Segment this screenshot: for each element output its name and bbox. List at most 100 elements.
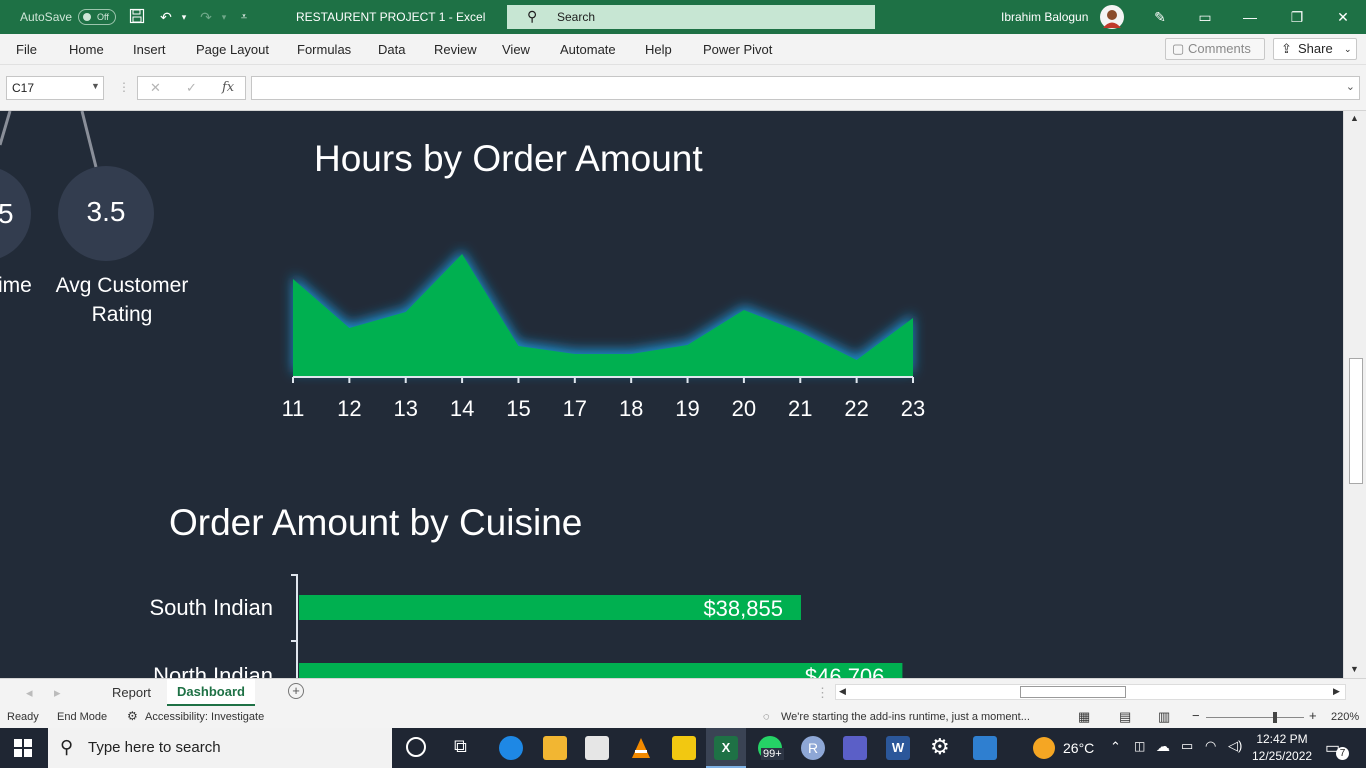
restore-icon[interactable]: ❐ [1287, 8, 1307, 26]
category-label: South Indian [149, 595, 273, 620]
onedrive-icon[interactable]: ☁ [1156, 738, 1170, 755]
tab-data[interactable]: Data [378, 42, 405, 57]
accessibility-status[interactable]: Accessibility: Investigate [145, 711, 264, 723]
bar-value-label: $38,855 [703, 596, 783, 621]
comments-button[interactable]: ▢ Comments [1165, 38, 1265, 60]
ribbon-display-icon[interactable]: ▭ [1195, 8, 1215, 26]
autosave-toggle[interactable]: Off [78, 9, 116, 25]
save-icon[interactable] [127, 8, 147, 28]
status-end-mode: End Mode [57, 711, 108, 723]
sheet-tab-dashboard[interactable]: Dashboard [167, 679, 255, 706]
close-icon[interactable]: ✕ [1333, 8, 1353, 26]
x-tick-label: 15 [506, 396, 530, 421]
formula-input[interactable]: ⌄ [251, 76, 1360, 100]
tray-chevron-icon[interactable]: ⌃ [1110, 739, 1121, 755]
taskbar-search[interactable]: ⚲ Type here to search [48, 728, 392, 768]
normal-view-icon[interactable]: ▦ [1078, 709, 1090, 725]
meet-icon[interactable]: ◫ [1134, 739, 1145, 753]
tab-power-pivot[interactable]: Power Pivot [703, 42, 772, 57]
tab-review[interactable]: Review [434, 42, 477, 57]
tab-home[interactable]: Home [69, 42, 104, 57]
share-button[interactable]: ⇪ Share ⌄ [1273, 38, 1357, 60]
tab-view[interactable]: View [502, 42, 530, 57]
store-icon[interactable] [585, 736, 609, 760]
word-icon[interactable]: W [886, 736, 910, 760]
dashboard-sheet[interactable]: 5 ime 3.5 Avg Customer Rating Hours by O… [0, 111, 1343, 678]
settings-icon[interactable]: ⚙ [930, 734, 950, 760]
scroll-down-icon[interactable]: ▼ [1350, 664, 1359, 674]
vertical-scroll-thumb[interactable] [1349, 358, 1363, 484]
accessibility-icon[interactable]: ⚙ [127, 709, 138, 723]
expand-formula-icon[interactable]: ⌄ [1346, 80, 1355, 93]
add-sheet-icon[interactable]: + [288, 683, 304, 699]
minimize-icon[interactable]: — [1240, 8, 1260, 26]
tab-file[interactable]: File [16, 42, 37, 57]
formula-bar-handle-icon[interactable]: ⋮ [118, 80, 130, 94]
windows-start-icon[interactable] [14, 739, 32, 762]
excel-icon: X [714, 736, 738, 760]
clock[interactable]: 12:42 PM 12/25/2022 [1252, 731, 1312, 765]
wifi-icon[interactable]: ◠ [1205, 738, 1216, 754]
prev-sheet-icon[interactable]: ◂ [26, 685, 33, 701]
battery-icon[interactable]: ▭ [1181, 738, 1193, 754]
edge-icon[interactable] [499, 736, 523, 760]
page-layout-view-icon[interactable]: ▤ [1119, 709, 1131, 725]
document-title: RESTAURENT PROJECT 1 - Excel [296, 10, 486, 24]
insert-function-icon[interactable]: fx [222, 80, 234, 95]
zoom-slider[interactable] [1206, 712, 1304, 723]
photos-icon[interactable] [973, 736, 997, 760]
scroll-left-icon[interactable]: ◀ [839, 686, 846, 697]
weather-temp[interactable]: 26°C [1063, 740, 1094, 756]
search-box[interactable]: ⚲ Search [507, 5, 875, 29]
share-dropdown-icon[interactable]: ⌄ [1344, 39, 1352, 59]
power-bi-icon[interactable] [672, 736, 696, 760]
addins-message: We're starting the add-ins runtime, just… [781, 711, 1030, 723]
cortana-icon[interactable] [406, 737, 426, 757]
scroll-up-icon[interactable]: ▲ [1350, 113, 1359, 123]
zoom-slider-thumb[interactable] [1273, 712, 1277, 723]
weather-icon[interactable] [1033, 737, 1055, 759]
x-tick-label: 18 [619, 396, 643, 421]
vlc-icon[interactable] [629, 736, 653, 760]
avatar[interactable] [1100, 5, 1124, 29]
undo-icon[interactable]: ↶ [156, 8, 176, 26]
clock-time: 12:42 PM [1256, 732, 1308, 746]
tab-automate[interactable]: Automate [560, 42, 616, 57]
teams-icon[interactable] [843, 736, 867, 760]
tab-page-layout[interactable]: Page Layout [196, 42, 269, 57]
kpi-value-rating: 3.5 [86, 196, 126, 227]
cell-reference: C17 [12, 81, 35, 95]
tab-help[interactable]: Help [645, 42, 672, 57]
redo-dropdown-icon[interactable]: ▾ [214, 8, 234, 26]
scroll-right-icon[interactable]: ▶ [1333, 686, 1340, 697]
sheet-tab-report[interactable]: Report [112, 685, 151, 700]
customize-toolbar-icon[interactable]: ⩡ [234, 8, 254, 26]
user-name[interactable]: Ibrahim Balogun [1001, 10, 1088, 24]
tab-split-handle-icon[interactable]: ⋮ [816, 685, 829, 701]
zoom-out-icon[interactable]: − [1192, 708, 1200, 723]
task-view-icon[interactable]: ⧉ [454, 736, 467, 757]
volume-icon[interactable]: ◁) [1228, 738, 1242, 754]
tab-formulas[interactable]: Formulas [297, 42, 351, 57]
pen-icon[interactable]: ✎ [1150, 8, 1170, 26]
horizontal-scrollbar[interactable]: ◀ ▶ [835, 684, 1346, 700]
tab-insert[interactable]: Insert [133, 42, 166, 57]
horizontal-scroll-thumb[interactable] [1020, 686, 1126, 698]
vertical-scrollbar[interactable]: ▲ ▼ [1343, 111, 1366, 678]
namebox-dropdown-icon[interactable]: ▼ [91, 81, 100, 91]
comments-label: Comments [1188, 41, 1251, 56]
message-icon: ◌ [763, 711, 770, 723]
r-app-icon[interactable]: R [801, 736, 825, 760]
enter-icon[interactable]: ✓ [186, 80, 197, 96]
page-break-view-icon[interactable]: ▥ [1158, 709, 1170, 725]
undo-dropdown-icon[interactable]: ▾ [174, 8, 194, 26]
next-sheet-icon[interactable]: ▸ [54, 685, 61, 701]
excel-taskbar-item[interactable]: X [706, 728, 746, 768]
redo-icon[interactable]: ↷ [196, 8, 216, 26]
zoom-in-icon[interactable]: + [1309, 708, 1317, 723]
cancel-icon[interactable]: ✕ [150, 80, 161, 96]
x-tick-label: 14 [450, 396, 474, 421]
file-explorer-icon[interactable] [543, 736, 567, 760]
zoom-level[interactable]: 220% [1331, 711, 1359, 723]
name-box[interactable]: C17 ▼ [6, 76, 104, 100]
